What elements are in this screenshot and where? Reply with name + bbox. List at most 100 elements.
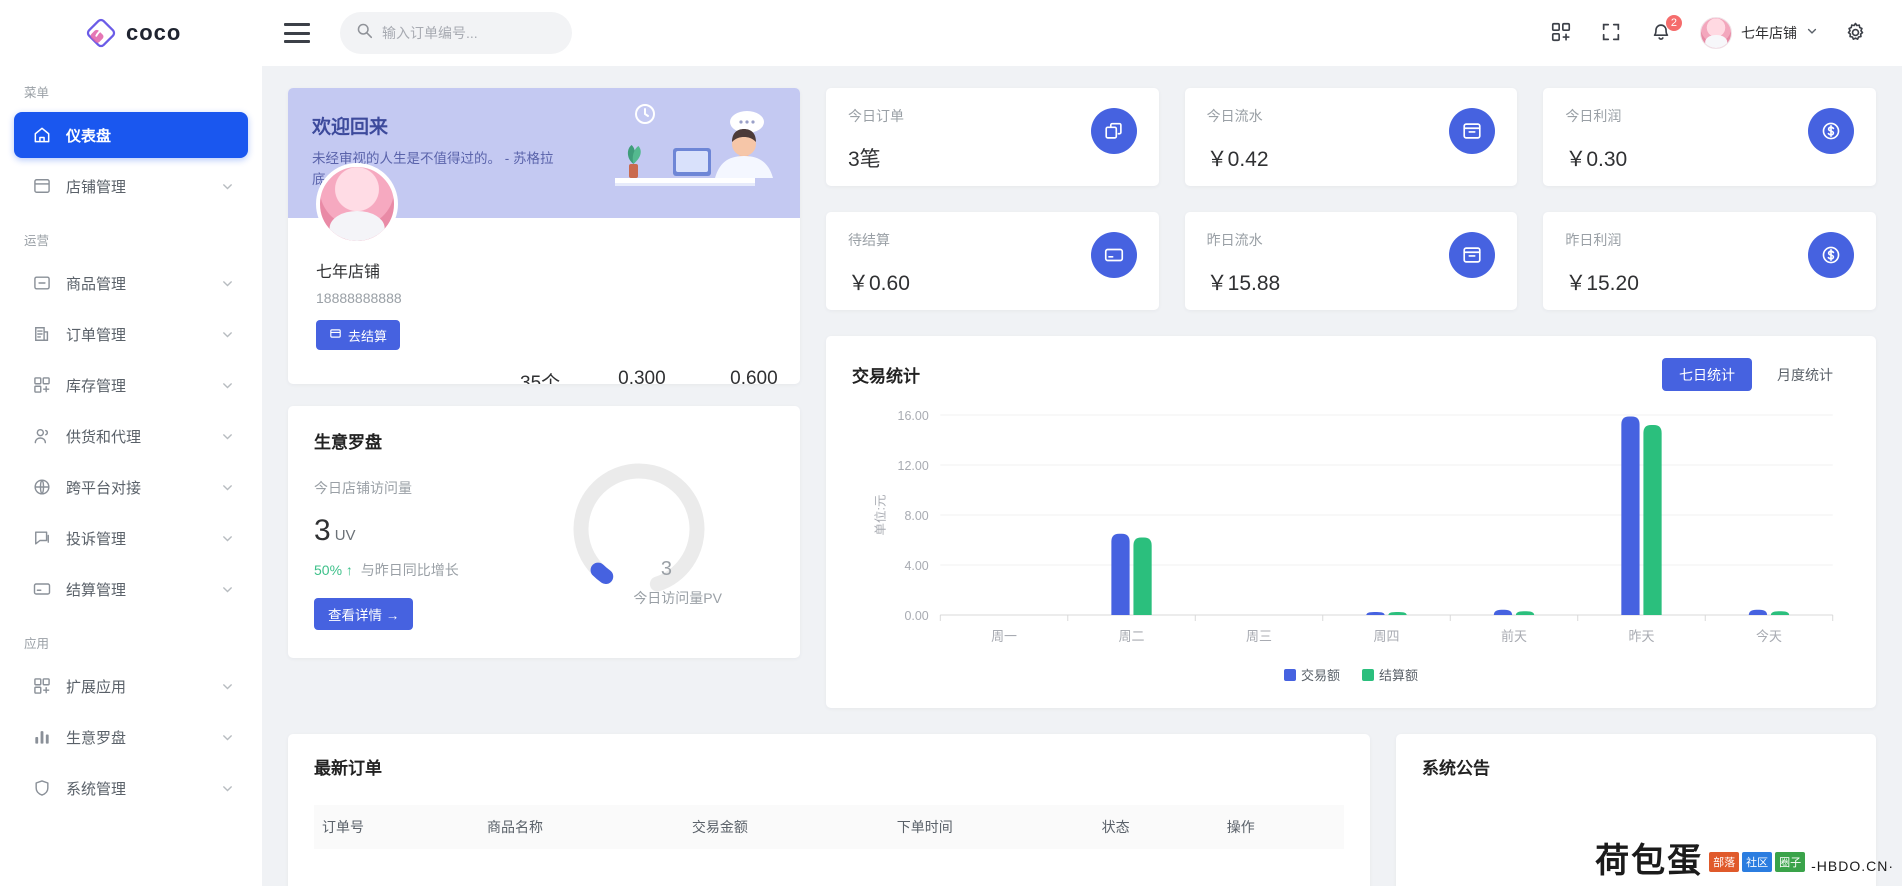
chevron-down-icon (221, 481, 234, 494)
sidebar-item-label: 生意罗盘 (66, 729, 127, 747)
chart-plot-area: 0.00 4.00 8.00 12.00 16.00 单位:元 周一 周二 周三 周四 前天 昨天 今天 (852, 405, 1850, 663)
go-settle-label: 去结算 (348, 328, 388, 344)
users-icon (32, 426, 52, 446)
sidebar-item-label: 结算管理 (66, 581, 127, 599)
sidebar-item-shop-management[interactable]: 店铺管理 (14, 163, 248, 209)
card-icon (32, 579, 52, 599)
sidebar-item-order-management[interactable]: 订单管理 (14, 311, 248, 357)
top-row: 欢迎回来 未经审视的人生是不值得过的。 - 苏格拉底 七年店铺 18888888… (288, 88, 1876, 708)
orders-column-header: 状态 (1093, 805, 1219, 849)
welcome-stat: 35个 商品 (520, 368, 560, 384)
svg-text:16.00: 16.00 (898, 408, 929, 423)
stat-cards-grid: 今日订单 3笔 今日流水 ￥0.42 今日利润 ￥0.30 待结算 ￥0.60 … (826, 88, 1876, 310)
orders-column-header: 下单时间 (888, 805, 1094, 849)
sidebar-item-label: 投诉管理 (66, 530, 127, 548)
welcome-body: 七年店铺 18888888888 去结算 35个 商品 (288, 163, 800, 384)
sidebar-item-dashboard[interactable]: 仪表盘 (14, 112, 248, 158)
sidebar-item-cross-platform[interactable]: 跨平台对接 (14, 464, 248, 510)
sidebar-item-extension-apps[interactable]: 扩展应用 (14, 663, 248, 709)
sidebar-item-label: 扩展应用 (66, 678, 127, 696)
sidebar: 菜单 仪表盘 店铺管理 运营 商品管理 订单管理 库存管理 供货和代理 跨平台对… (0, 66, 262, 886)
chevron-down-icon (221, 277, 234, 290)
tab-seven-day[interactable]: 七日统计 (1662, 358, 1752, 391)
stat-value: 3笔 (848, 148, 881, 171)
left-column: 欢迎回来 未经审视的人生是不值得过的。 - 苏格拉底 七年店铺 18888888… (288, 88, 800, 708)
welcome-stat-value: 35个 (520, 373, 561, 384)
stat-label: 昨日流水 (1206, 232, 1263, 248)
latest-orders-card: 最新订单 订单号 商品名称 交易金额 下单时间 状态 操作 (288, 734, 1370, 886)
sidebar-item-business-compass[interactable]: 生意罗盘 (14, 714, 248, 760)
compass-uv-value: 3 (314, 514, 331, 547)
home-icon (32, 125, 52, 145)
compass-growth-value: 50% (314, 562, 343, 578)
stat-value: ￥0.42 (1206, 148, 1269, 171)
gauge-value: 3 (660, 558, 672, 580)
chevron-down-icon (221, 731, 234, 744)
sidebar-item-label: 订单管理 (66, 326, 127, 344)
bell-icon[interactable]: 2 (1650, 14, 1683, 45)
view-detail-button[interactable]: 查看详情 → (314, 598, 414, 630)
svg-text:8.00: 8.00 (904, 508, 928, 523)
grid-add-icon (32, 375, 52, 395)
chevron-down-icon (221, 180, 234, 193)
svg-text:4.00: 4.00 (904, 558, 928, 573)
sidebar-item-settlement-management[interactable]: 结算管理 (14, 566, 248, 612)
arrow-up-icon: ↑ (345, 562, 353, 578)
svg-text:周二: 周二 (1119, 629, 1145, 644)
fullscreen-icon[interactable] (1600, 21, 1624, 45)
welcome-stat-value: 0.300 (618, 368, 666, 384)
svg-text:昨天: 昨天 (1629, 629, 1655, 644)
stat-value: ￥15.88 (1206, 272, 1281, 295)
stat-card-today-profit: 今日利润 ￥0.30 (1543, 88, 1876, 186)
tab-monthly[interactable]: 月度统计 (1760, 358, 1850, 391)
search-input[interactable] (382, 25, 563, 41)
stat-value: ￥0.60 (848, 272, 910, 295)
orders-column-header: 交易金额 (683, 805, 889, 849)
go-settle-button[interactable]: 去结算 (316, 320, 401, 350)
sidebar-item-label: 库存管理 (66, 377, 127, 395)
gear-icon[interactable] (1844, 21, 1868, 45)
search-box[interactable] (340, 12, 572, 54)
svg-text:今天: 今天 (1756, 629, 1782, 644)
chevron-down-icon (221, 532, 234, 545)
dollar-icon (1807, 108, 1854, 154)
coco-diamond-logo-icon (86, 18, 116, 48)
sidebar-item-product-management[interactable]: 商品管理 (14, 260, 248, 306)
shop-name: 七年店铺 (316, 264, 381, 281)
sidebar-item-inventory-management[interactable]: 库存管理 (14, 362, 248, 408)
welcome-card: 欢迎回来 未经审视的人生是不值得过的。 - 苏格拉底 七年店铺 18888888… (288, 88, 800, 384)
stat-label: 昨日利润 (1565, 232, 1622, 248)
watermark-tag: 圈子 (1775, 852, 1806, 872)
svg-text:0.00: 0.00 (904, 608, 928, 623)
sidebar-item-supply-and-agent[interactable]: 供货和代理 (14, 413, 248, 459)
svg-text:周三: 周三 (1246, 629, 1272, 644)
watermark-main-text: 荷包蛋 (1595, 842, 1704, 880)
menu-toggle-button[interactable] (284, 23, 310, 43)
brand-name: coco (126, 20, 182, 45)
legend-label: 交易额 (1300, 668, 1340, 683)
chevron-down-icon (221, 430, 234, 443)
sidebar-item-label: 仪表盘 (66, 127, 112, 145)
sidebar-item-system-management[interactable]: 系统管理 (14, 765, 248, 811)
stat-value: ￥0.30 (1565, 148, 1628, 171)
shield-icon (32, 778, 52, 798)
grid-add-icon[interactable] (1550, 21, 1574, 45)
watermark-tags: 部落 社区 圈子 (1709, 852, 1806, 872)
wallet-icon (329, 327, 342, 343)
globe-icon (32, 477, 52, 497)
welcome-stat-value: 0.600 (730, 368, 778, 384)
user-menu[interactable]: 七年店铺 (1700, 17, 1818, 49)
top-header: coco 2 (0, 0, 1902, 66)
brand-logo[interactable]: coco (0, 0, 262, 66)
sidebar-item-complaint-management[interactable]: 投诉管理 (14, 515, 248, 561)
legend-item-transaction: 交易额 (1283, 665, 1340, 684)
chevron-down-icon (221, 583, 234, 596)
order-list-icon (32, 324, 52, 344)
legend-label: 结算额 (1379, 668, 1419, 683)
avatar (316, 163, 398, 245)
grid-add-icon (32, 676, 52, 696)
stat-value: ￥15.20 (1565, 272, 1639, 295)
business-compass-card: 生意罗盘 今日店铺访问量 3 UV 50% ↑ 与昨日同比增长 查看详情 → 3… (288, 406, 800, 658)
welcome-stat: 0.600 未结余额 (730, 368, 784, 384)
orders-column-header: 操作 (1218, 805, 1344, 849)
